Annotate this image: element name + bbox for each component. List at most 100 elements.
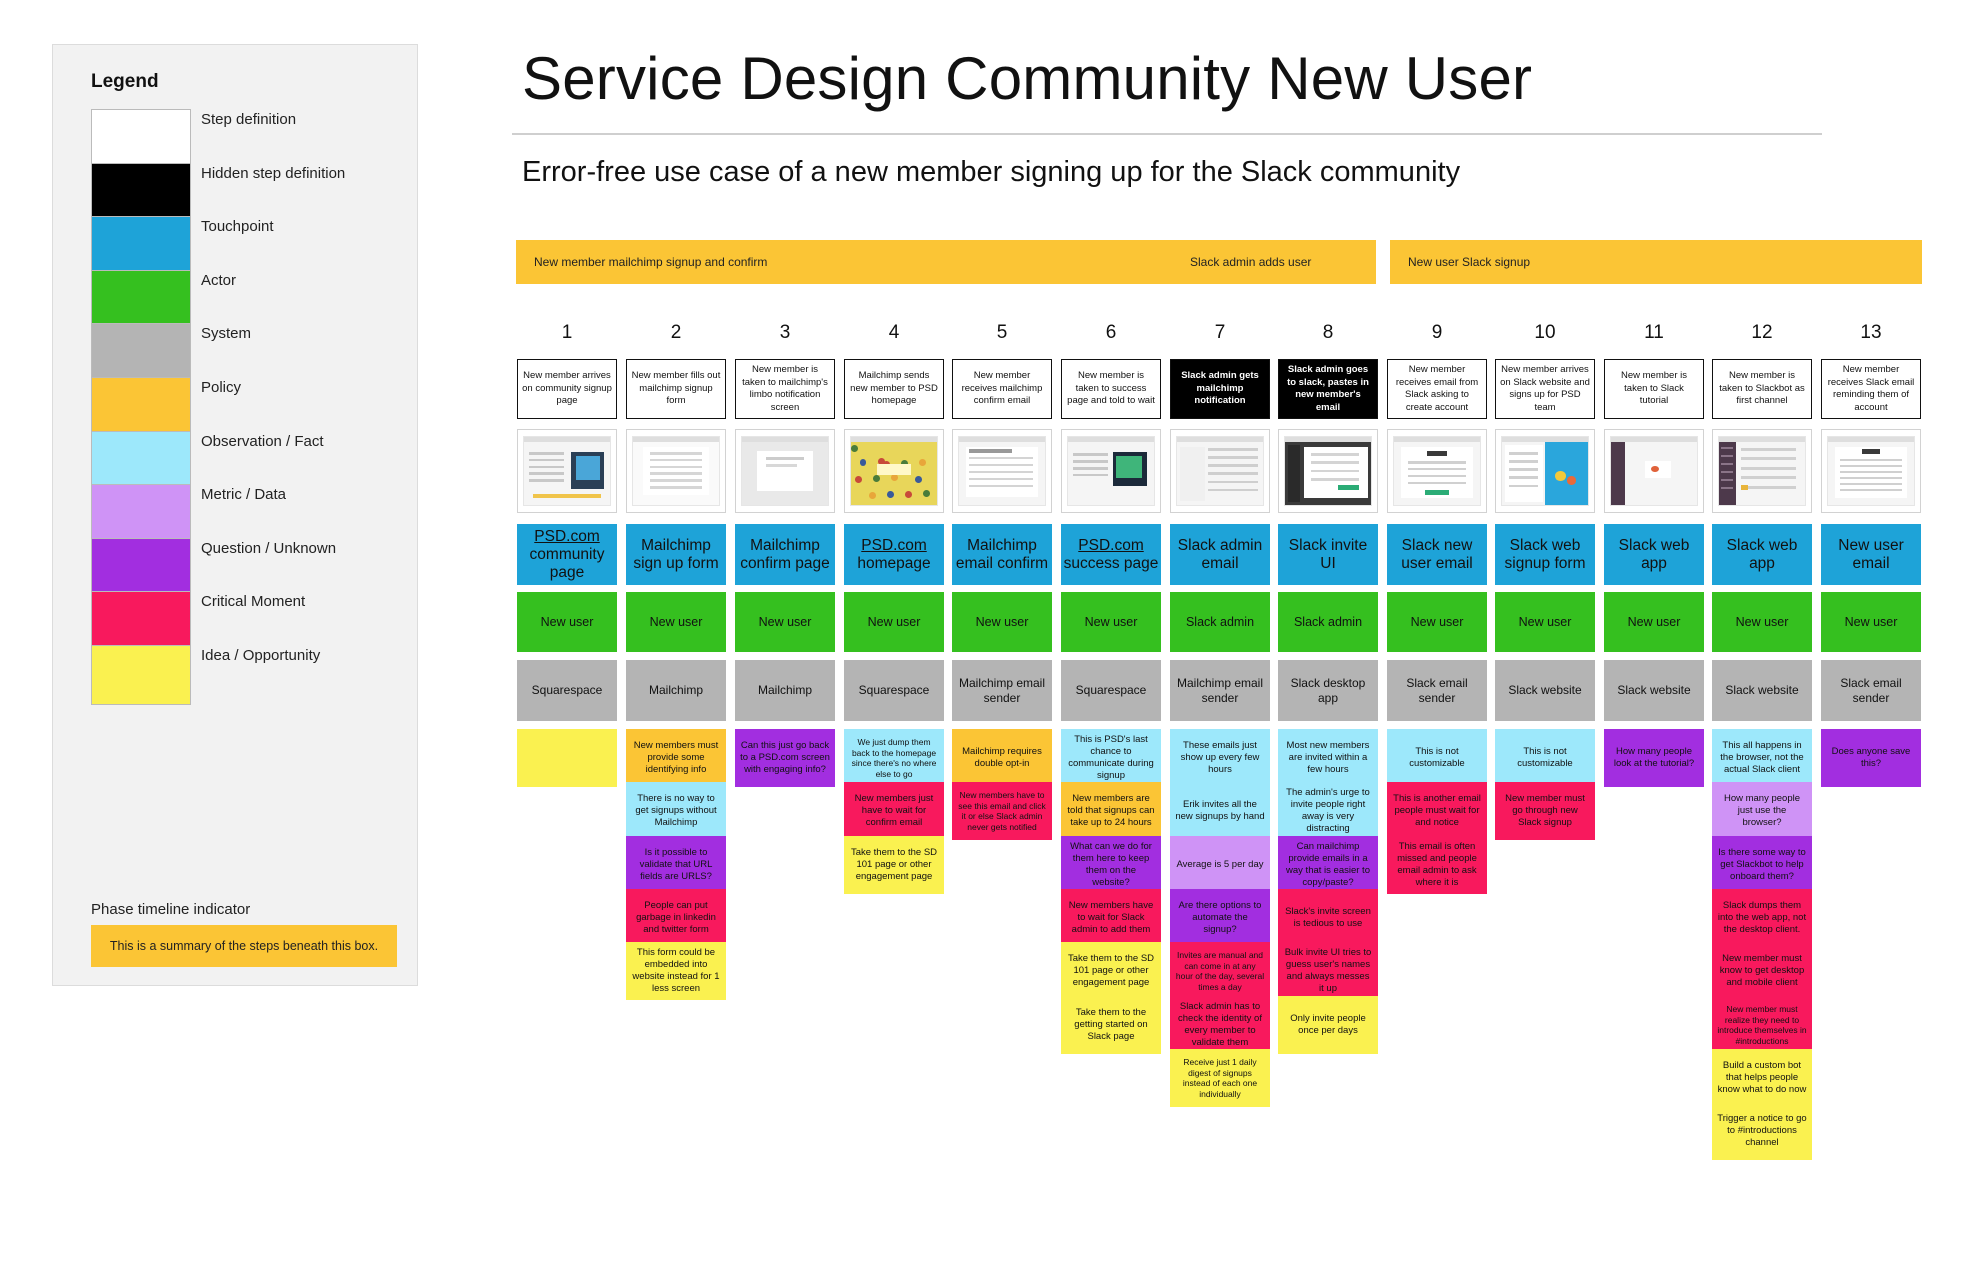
legend-swatch — [91, 163, 191, 223]
screenshot-detail — [575, 456, 600, 480]
screenshot-detail — [1407, 468, 1467, 471]
touchpoint-label: PSD.com community page — [529, 527, 605, 581]
screenshot-detail — [1840, 458, 1902, 461]
legend-swatch — [91, 484, 191, 544]
step-number: 1 — [561, 322, 573, 343]
touchpoint-card: PSD.com success page — [1061, 524, 1161, 585]
legend-label: Critical Moment — [201, 593, 306, 610]
screenshot-image — [1393, 436, 1481, 506]
screenshot-image — [523, 436, 611, 506]
screenshot-image — [850, 436, 938, 506]
touchpoint-label: PSD.com homepage — [857, 536, 931, 572]
touchpoint-link[interactable]: PSD.com — [534, 528, 599, 545]
screenshot-detail — [1310, 461, 1359, 465]
policy-note: New members are told that signups can ta… — [1061, 782, 1161, 840]
legend-item: Step definition — [91, 109, 401, 169]
system-card: Mailchimp — [735, 660, 835, 721]
actor-card: New user — [1604, 592, 1704, 652]
metric-note: Average is 5 per day — [1170, 836, 1270, 894]
obs-note: There is no way to get signups without M… — [626, 782, 726, 840]
obs-note: Erik invites all the new signups by hand — [1170, 782, 1270, 840]
critical-note: New members just have to wait for confir… — [844, 782, 944, 840]
screenshot-detail — [1207, 447, 1258, 451]
critical-note: This is another email people must wait f… — [1387, 782, 1487, 840]
actor-card: New user — [844, 592, 944, 652]
touchpoint-link[interactable]: PSD.com — [1078, 537, 1143, 554]
legend-phase-label: Phase timeline indicator — [91, 901, 251, 918]
legend-label: Hidden step definition — [201, 165, 346, 182]
screenshot-detail — [1508, 460, 1539, 463]
critical-note: Invites are manual and can come in at an… — [1170, 942, 1270, 1000]
hidden-step-definition: Slack admin goes to slack, pastes in new… — [1278, 359, 1378, 419]
critical-note: New member must know to get desktop and … — [1712, 942, 1812, 1000]
screenshot-thumbnail — [844, 429, 944, 513]
actor-card: New user — [1061, 592, 1161, 652]
question-note: How many people look at the tutorial? — [1604, 729, 1704, 787]
question-note: Can mailchimp provide emails in a way th… — [1278, 836, 1378, 894]
screenshot-detail — [1407, 481, 1467, 484]
screenshot-detail — [959, 437, 1045, 443]
idea-note: Trigger a notice to go to #introductions… — [1712, 1102, 1812, 1160]
system-card: Squarespace — [1061, 660, 1161, 721]
step-number: 5 — [996, 322, 1008, 343]
critical-note: New members have to wait for Slack admin… — [1061, 889, 1161, 947]
touchpoint-card: Slack web app — [1604, 524, 1704, 585]
legend-panel: Legend Step definition Hidden step defini… — [52, 44, 418, 986]
screenshot-detail — [887, 491, 894, 499]
touchpoint-link[interactable]: PSD.com — [861, 537, 926, 554]
screenshot-detail — [1840, 471, 1902, 474]
policy-note: Mailchimp requires double opt-in — [952, 729, 1052, 787]
system-card: Slack email sender — [1821, 660, 1921, 721]
screenshot-detail — [1407, 461, 1467, 464]
screenshot-detail — [766, 464, 798, 467]
screenshot-thumbnail — [1278, 429, 1378, 513]
screenshot-detail — [633, 437, 719, 443]
step-number: 6 — [1105, 322, 1117, 343]
screenshot-detail — [1555, 471, 1566, 481]
system-card: Slack website — [1712, 660, 1812, 721]
actor-card: New user — [952, 592, 1052, 652]
legend-item: Hidden step definition — [91, 163, 401, 223]
critical-note: Bulk invite UI tries to guess user's nam… — [1278, 942, 1378, 1000]
step-number: 9 — [1431, 322, 1443, 343]
obs-note: We just dump them back to the homepage s… — [844, 729, 944, 787]
critical-note: This email is often missed and people em… — [1387, 836, 1487, 894]
screenshot-detail — [1741, 485, 1797, 489]
screenshot-detail — [1862, 449, 1880, 454]
system-card: Mailchimp email sender — [1170, 660, 1270, 721]
screenshot-detail — [969, 471, 1033, 474]
screenshot-detail — [1338, 484, 1359, 491]
step-definition: New member fills out mailchimp signup fo… — [626, 359, 726, 419]
obs-note: This is not customizable — [1495, 729, 1595, 787]
legend-swatch — [91, 270, 191, 330]
screenshot-image — [632, 436, 720, 506]
idea-note — [517, 729, 617, 787]
screenshot-thumbnail — [1170, 429, 1270, 513]
actor-card: New user — [517, 592, 617, 652]
system-card: Slack desktop app — [1278, 660, 1378, 721]
screenshot-detail — [1310, 469, 1359, 473]
question-note: Is it possible to validate that URL fiel… — [626, 836, 726, 894]
idea-note: Take them to the getting started on Slac… — [1061, 996, 1161, 1054]
screenshot-detail — [969, 484, 1033, 487]
screenshot-image — [1718, 436, 1806, 506]
touchpoint-card: Slack web signup form — [1495, 524, 1595, 585]
screenshot-detail — [529, 458, 564, 462]
actor-card: New user — [735, 592, 835, 652]
screenshot-detail — [876, 464, 912, 476]
step-definition: New member is taken to success page and … — [1061, 359, 1161, 419]
idea-note: Receive just 1 daily digest of signups i… — [1170, 1049, 1270, 1107]
actor-card: New user — [1821, 592, 1921, 652]
legend-item: Touchpoint — [91, 216, 401, 276]
screenshot-detail — [1567, 476, 1576, 485]
screenshot-detail — [650, 472, 702, 476]
legend-swatch — [91, 645, 191, 705]
critical-note: People can put garbage in linkedin and t… — [626, 889, 726, 947]
step-definition: New member is taken to mailchimp's limbo… — [735, 359, 835, 419]
phase-bar: Slack admin adds user — [1172, 240, 1376, 284]
touchpoint-label: PSD.com success page — [1063, 536, 1159, 572]
phase-bar: New member mailchimp signup and confirm — [516, 240, 1188, 284]
screenshot-detail — [851, 445, 858, 452]
legend-label: Actor — [201, 272, 237, 289]
legend-phase-example: This is a summary of the steps beneath t… — [91, 925, 397, 967]
